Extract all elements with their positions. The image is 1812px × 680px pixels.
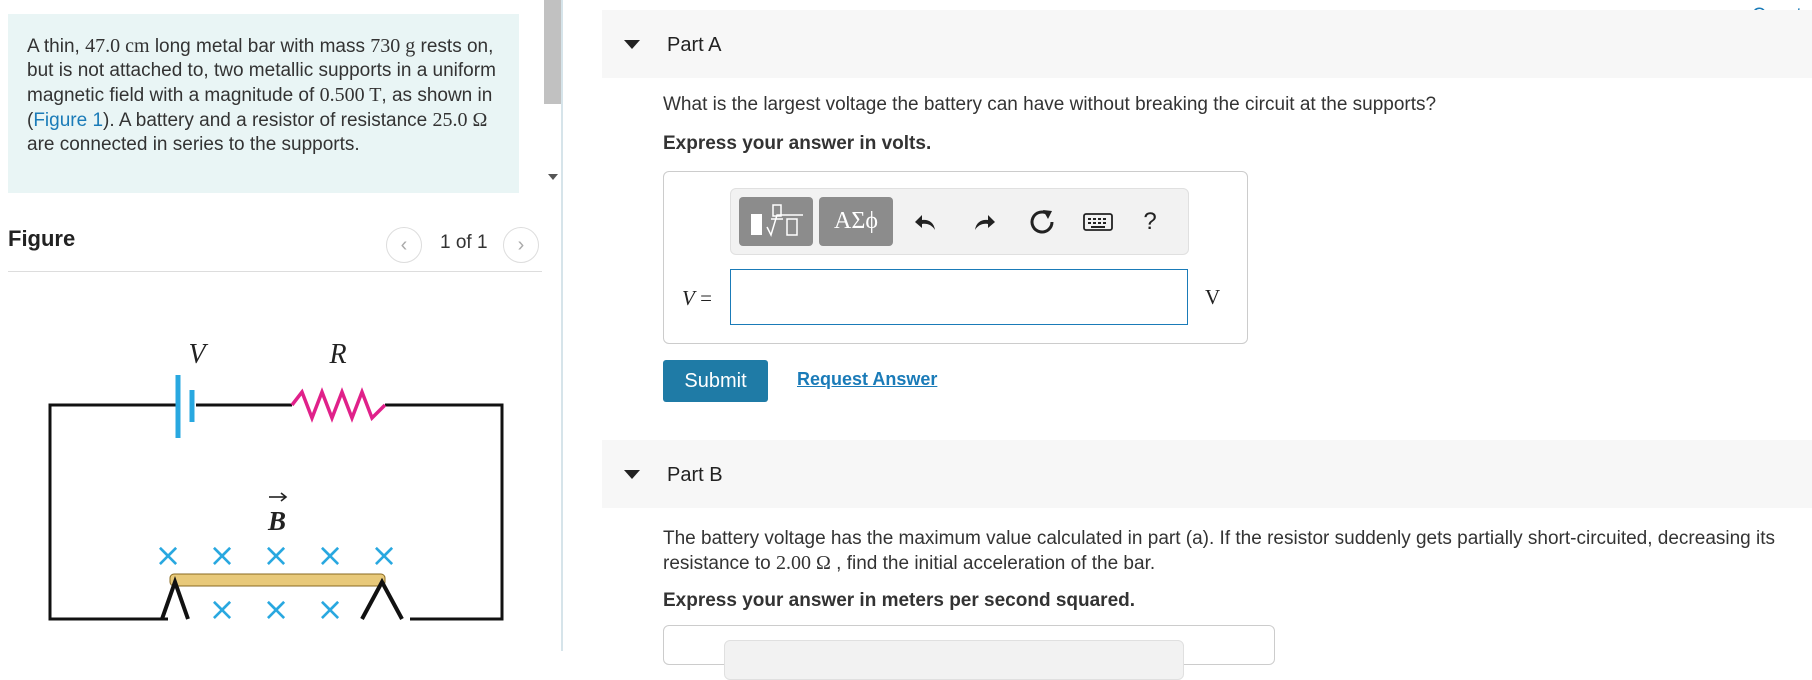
- circuit-wire-left: [48, 403, 178, 621]
- circuit-wire-right: [385, 403, 504, 621]
- math-toolbar: ΑΣϕ ?: [730, 188, 1189, 255]
- problem-statement: A thin, 47.0 cm long metal bar with mass…: [8, 14, 519, 193]
- undo-icon[interactable]: [911, 207, 941, 237]
- variable-equals: =: [694, 286, 712, 310]
- request-answer-link[interactable]: Request Answer: [797, 369, 937, 390]
- label-b: B: [267, 506, 286, 536]
- circuit-figure: V R B × × × × × × × ×: [48, 339, 504, 628]
- answer-variable-label: V =: [682, 286, 712, 311]
- caret-down-icon[interactable]: [624, 40, 640, 49]
- part-a-header[interactable]: Part A: [602, 10, 1812, 78]
- scrollbar-thumb[interactable]: [544, 0, 561, 104]
- part-b-question-text-2: , find the initial acceleration of the b…: [830, 553, 1156, 574]
- chevron-left-icon: ‹: [400, 233, 408, 256]
- voltage-answer-input[interactable]: [730, 269, 1188, 325]
- problem-field: 0.500 T: [319, 84, 382, 106]
- problem-text-6: are connected in series to the supports.: [27, 134, 360, 155]
- variable-name: V: [682, 286, 695, 310]
- field-cross: ×: [155, 536, 182, 574]
- figure-next-button[interactable]: ›: [503, 227, 539, 263]
- support-right: [360, 577, 404, 620]
- part-a-title: Part A: [667, 34, 722, 56]
- part-a-question: What is the largest voltage the battery …: [663, 94, 1437, 115]
- help-icon[interactable]: ?: [1135, 207, 1165, 237]
- part-a-instruction: Express your answer in volts.: [663, 133, 932, 154]
- field-cross: ×: [209, 590, 236, 628]
- metal-bar: [169, 573, 386, 587]
- field-cross: ×: [263, 536, 290, 574]
- redo-icon[interactable]: [969, 207, 999, 237]
- chevron-right-icon: ›: [517, 233, 525, 256]
- figure-divider: [8, 271, 542, 272]
- figure-prev-button[interactable]: ‹: [386, 227, 422, 263]
- problem-length: 47.0 cm: [85, 35, 150, 57]
- math-toolbar-b: [724, 640, 1184, 680]
- part-b-resistance: 2.00 Ω: [776, 552, 831, 574]
- reset-icon[interactable]: [1027, 207, 1057, 237]
- part-b-question: The battery voltage has the maximum valu…: [663, 527, 1803, 576]
- panel-divider: [561, 0, 563, 651]
- fraction-sqrt-icon: [751, 204, 803, 238]
- answer-unit: V: [1205, 285, 1221, 309]
- keyboard-icon[interactable]: [1083, 207, 1113, 237]
- field-cross: ×: [263, 590, 290, 628]
- label-v: V: [188, 339, 208, 370]
- support-left: [160, 575, 190, 620]
- resistor-zigzag: [290, 387, 387, 423]
- problem-text-2: long metal bar with mass: [149, 36, 371, 57]
- label-r: R: [328, 339, 346, 370]
- problem-resistance: 25.0 Ω: [432, 109, 488, 131]
- figure-title: Figure: [8, 226, 76, 251]
- part-b-instruction: Express your answer in meters per second…: [663, 590, 1136, 611]
- field-cross: ×: [317, 536, 344, 574]
- greek-symbols-button[interactable]: ΑΣϕ: [819, 197, 893, 246]
- part-b-title: Part B: [667, 464, 723, 486]
- problem-panel: A thin, 47.0 cm long metal bar with mass…: [0, 0, 561, 651]
- figure-link[interactable]: Figure 1: [33, 110, 103, 131]
- part-a-answer-box: ΑΣϕ ? V = V: [663, 171, 1248, 344]
- field-cross: ×: [371, 536, 398, 574]
- field-cross: ×: [209, 536, 236, 574]
- problem-text-5: ). A battery and a resistor of resistanc…: [103, 110, 433, 131]
- part-b-header[interactable]: Part B: [602, 440, 1812, 508]
- part-b-answer-box: [663, 625, 1275, 680]
- problem-text-1: A thin,: [27, 36, 86, 57]
- templates-button[interactable]: [739, 197, 813, 246]
- problem-scrollbar[interactable]: [544, 0, 561, 196]
- scroll-down-icon[interactable]: [548, 174, 558, 180]
- submit-button[interactable]: Submit: [663, 360, 768, 402]
- problem-mass: 730 g: [370, 35, 416, 57]
- figure-pager: 1 of 1: [440, 232, 488, 253]
- caret-down-icon[interactable]: [624, 470, 640, 479]
- field-cross: ×: [317, 590, 344, 628]
